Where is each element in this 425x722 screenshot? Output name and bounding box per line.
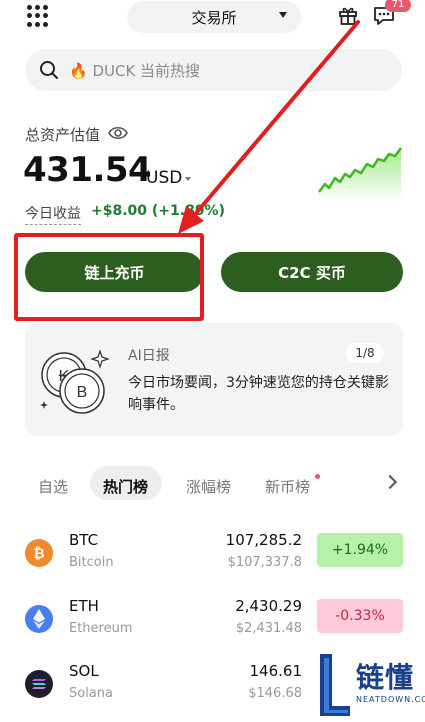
coin-price: 2,430.29: [235, 597, 302, 615]
tab-new-listings[interactable]: 新币榜: [265, 476, 310, 497]
tab-gainers[interactable]: 涨幅榜: [186, 476, 231, 497]
coin-name: Solana: [69, 686, 113, 701]
solana-icon: [25, 670, 53, 698]
coin-symbol: ETH: [69, 597, 99, 615]
change-badge[interactable]: -0.33%: [317, 599, 403, 633]
svg-text:B: B: [77, 384, 88, 401]
coin-name: Bitcoin: [69, 555, 114, 570]
market-row[interactable]: ₿ BTC Bitcoin 107,285.2 $107,337.8 +1.94…: [25, 531, 403, 583]
tab-hot[interactable]: 热门榜: [103, 476, 148, 497]
coins-illustration-icon: ₭ B: [40, 349, 110, 414]
coin-usd-value: $2,431.48: [235, 621, 302, 636]
watermark-brand: 链懂: [356, 661, 415, 694]
coin-price: 107,285.2: [225, 531, 302, 549]
annotation-arrow-icon: [178, 20, 360, 234]
coin-symbol: SOL: [69, 662, 99, 680]
coin-symbol: BTC: [69, 531, 99, 549]
ai-report-title: AI日报: [128, 348, 170, 364]
bitcoin-icon: ₿: [25, 539, 53, 567]
coin-usd-value: $146.68: [248, 686, 302, 701]
ai-report-pager: 1/8: [346, 343, 384, 363]
new-dot-indicator: [315, 474, 320, 479]
chevron-right-icon[interactable]: [382, 474, 398, 490]
market-row[interactable]: ETH Ethereum 2,430.29 $2,431.48 -0.33%: [25, 597, 403, 649]
tab-favorites[interactable]: 自选: [38, 476, 68, 497]
change-badge[interactable]: +1.94%: [317, 533, 403, 567]
watermark-domain: NEATDOWN.COM: [356, 695, 425, 704]
ethereum-icon: [25, 605, 53, 633]
coin-name: Ethereum: [69, 621, 133, 636]
coin-price: 146.61: [249, 662, 303, 680]
neatdown-logo-icon: [320, 654, 350, 716]
ai-report-text: 今日市场要闻，3分钟速览您的持仓关键影响事件。: [128, 375, 389, 413]
coin-usd-value: $107,337.8: [227, 555, 302, 570]
